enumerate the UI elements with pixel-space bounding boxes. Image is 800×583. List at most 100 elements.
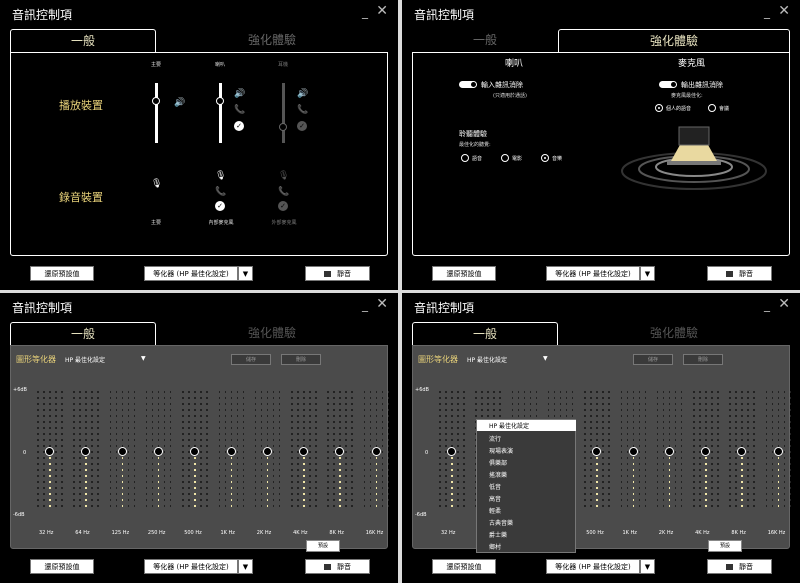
volume-slider-speaker[interactable] xyxy=(219,83,222,143)
eq-band-knob[interactable] xyxy=(45,447,54,456)
preset-option[interactable]: 古典音樂 xyxy=(489,518,513,527)
eq-band-knob[interactable] xyxy=(447,447,456,456)
volume-slider-main[interactable] xyxy=(155,83,158,143)
minimize-icon[interactable]: _ xyxy=(362,5,368,19)
preset-option[interactable]: 鄉村 xyxy=(489,542,501,551)
tab-general[interactable]: 一般 xyxy=(10,29,156,53)
dropdown-arrow-icon[interactable]: ▼ xyxy=(238,559,253,574)
mute-button[interactable]: 靜音 xyxy=(305,559,370,574)
equalizer-button[interactable]: 等化器 (HP 最佳化設定) xyxy=(144,559,238,574)
mute-button[interactable]: 靜音 xyxy=(707,559,772,574)
radio-voice[interactable] xyxy=(461,154,469,162)
preset-option[interactable]: 流行 xyxy=(489,434,501,443)
eq-band-knob[interactable] xyxy=(262,447,272,456)
restore-defaults-button[interactable]: 還原預設值 xyxy=(432,559,496,574)
eq-grid-dot xyxy=(626,469,628,471)
dropdown-arrow-icon[interactable]: ▼ xyxy=(640,266,655,281)
eq-band-knob[interactable] xyxy=(299,447,309,456)
preset-option[interactable]: 高音 xyxy=(489,494,501,503)
delete-button[interactable]: 刪除 xyxy=(281,354,321,365)
mute-button[interactable]: 靜音 xyxy=(305,266,370,281)
radio-personal-voice[interactable] xyxy=(655,104,663,112)
mute-button[interactable]: 靜音 xyxy=(707,266,772,281)
eq-grid-dot xyxy=(188,493,190,495)
eq-band-knob[interactable] xyxy=(773,447,783,456)
eq-band-knob[interactable] xyxy=(81,447,91,456)
eq-grid-dot xyxy=(291,397,293,399)
minimize-icon[interactable]: _ xyxy=(362,298,368,312)
eq-grid-dot xyxy=(254,487,257,489)
eq-band-knob[interactable] xyxy=(226,447,236,456)
restore-defaults-button[interactable]: 還原預設值 xyxy=(30,559,94,574)
minimize-icon[interactable]: _ xyxy=(764,5,770,19)
preset-option[interactable]: 搖滾樂 xyxy=(489,470,507,479)
eq-grid-dot xyxy=(662,481,665,483)
eq-grid-dot xyxy=(61,397,63,399)
tab-enhanced[interactable]: 強化體驗 xyxy=(558,29,790,53)
output-noise-toggle[interactable] xyxy=(659,81,677,88)
eq-band-knob[interactable] xyxy=(701,447,711,456)
preset-option[interactable]: 輕柔 xyxy=(489,506,501,515)
eq-grid-dot xyxy=(511,415,514,417)
eq-band-knob[interactable] xyxy=(371,447,381,456)
volume-knob-speaker[interactable] xyxy=(216,97,224,105)
eq-preset-select[interactable]: HP 最佳化設定 xyxy=(65,355,105,364)
eq-band-knob[interactable] xyxy=(190,447,200,456)
equalizer-button[interactable]: 等化器 (HP 最佳化設定) xyxy=(144,266,238,281)
tab-enhanced[interactable]: 強化體驗 xyxy=(558,322,790,346)
radio-music[interactable] xyxy=(541,154,549,162)
reset-button[interactable]: 預設 xyxy=(708,540,742,552)
eq-grid-dot xyxy=(693,481,695,483)
eq-level-dot xyxy=(303,439,305,441)
volume-knob-main[interactable] xyxy=(152,97,160,105)
eq-band-knob[interactable] xyxy=(628,447,638,456)
dropdown-arrow-icon[interactable]: ▼ xyxy=(238,266,253,281)
eq-band-knob[interactable] xyxy=(335,447,345,456)
tab-general[interactable]: 一般 xyxy=(10,322,156,346)
tab-general[interactable]: 一般 xyxy=(412,29,558,53)
eq-grid-dot xyxy=(182,463,184,465)
eq-grid-dot xyxy=(91,487,93,489)
tab-enhanced[interactable]: 強化體驗 xyxy=(156,322,388,346)
delete-button[interactable]: 刪除 xyxy=(683,354,723,365)
radio-meeting[interactable] xyxy=(708,104,716,112)
save-button[interactable]: 儲存 xyxy=(231,354,271,365)
eq-band-knob[interactable] xyxy=(117,447,127,456)
reset-button[interactable]: 預設 xyxy=(306,540,340,552)
eq-grid-dot xyxy=(711,475,713,477)
eq-grid-dot xyxy=(242,457,244,459)
eq-band-knob[interactable] xyxy=(153,447,163,456)
minimize-icon[interactable]: _ xyxy=(764,298,770,312)
dropdown-arrow-icon[interactable]: ▼ xyxy=(543,355,548,362)
eq-grid-dot xyxy=(43,499,45,501)
equalizer-button[interactable]: 等化器 (HP 最佳化設定) xyxy=(546,559,640,574)
preset-option[interactable]: 現場表演 xyxy=(489,446,513,455)
eq-grid-dot xyxy=(680,481,683,483)
preset-option[interactable]: 俱樂部 xyxy=(489,458,507,467)
restore-defaults-button[interactable]: 還原預設值 xyxy=(432,266,496,281)
save-button[interactable]: 儲存 xyxy=(633,354,673,365)
eq-band-knob[interactable] xyxy=(592,447,602,456)
equalizer-button[interactable]: 等化器 (HP 最佳化設定) xyxy=(546,266,640,281)
close-icon[interactable]: ✕ xyxy=(778,3,790,19)
eq-grid-dot xyxy=(236,451,238,453)
close-icon[interactable]: ✕ xyxy=(376,3,388,19)
input-noise-toggle[interactable] xyxy=(459,81,477,88)
preset-option[interactable]: 爵士樂 xyxy=(489,530,507,539)
eq-grid-dot xyxy=(463,505,465,507)
tab-general[interactable]: 一般 xyxy=(412,322,558,346)
preset-option-selected[interactable]: HP 最佳化設定 xyxy=(477,420,576,431)
radio-movie[interactable] xyxy=(501,154,509,162)
eq-band-knob[interactable] xyxy=(664,447,674,456)
preset-option[interactable]: 低音 xyxy=(489,482,501,491)
close-icon[interactable]: ✕ xyxy=(376,296,388,312)
close-icon[interactable]: ✕ xyxy=(778,296,790,312)
preset-dropdown-list[interactable]: HP 最佳化設定 流行 現場表演 俱樂部 搖滾樂 低音 高音 輕柔 古典音樂 爵… xyxy=(476,419,576,553)
eq-preset-select[interactable]: HP 最佳化設定 xyxy=(467,355,507,364)
tab-enhanced[interactable]: 強化體驗 xyxy=(156,29,388,53)
dropdown-arrow-icon[interactable]: ▼ xyxy=(141,355,146,362)
eq-level-dot xyxy=(741,403,743,405)
dropdown-arrow-icon[interactable]: ▼ xyxy=(640,559,655,574)
restore-defaults-button[interactable]: 還原預設值 xyxy=(30,266,94,281)
eq-band-knob[interactable] xyxy=(737,447,747,456)
